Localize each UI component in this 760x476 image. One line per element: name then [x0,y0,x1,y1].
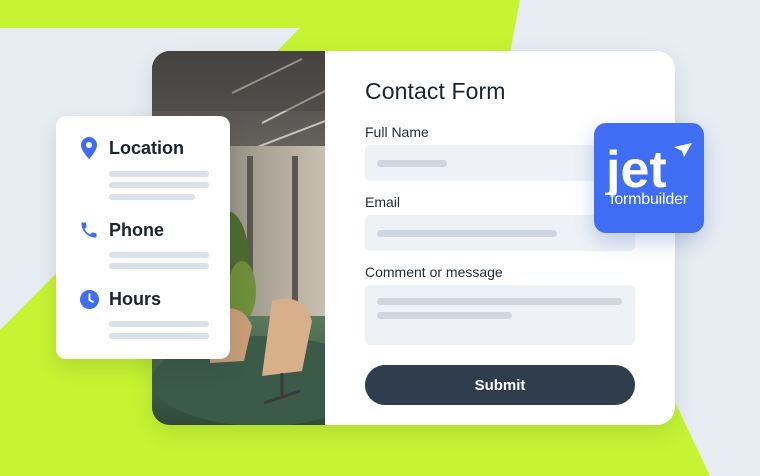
placeholder-line [377,160,447,167]
full-name-label: Full Name [365,124,429,140]
placeholder-line [109,321,209,327]
placeholder-line [377,298,622,305]
placeholder-line [109,333,209,339]
location-pin-icon [78,137,100,159]
info-item-phone: Phone [78,219,164,241]
info-item-hours: Hours [78,288,161,310]
placeholder-line [377,312,512,319]
placeholder-line [109,252,209,258]
info-label-phone: Phone [109,219,165,240]
submit-button[interactable]: Submit [365,365,635,405]
clock-icon [78,288,100,310]
contact-info-card: Location Phone Hours [56,116,230,359]
info-item-location: Location [78,137,184,159]
placeholder-line [109,171,209,177]
phone-icon [78,219,100,241]
contact-form: Contact Form Full Name Email Comment or … [365,51,655,425]
email-label: Email [365,194,401,210]
info-label-hours: Hours [109,288,162,309]
jet-logo-mark: jet [605,141,692,195]
placeholder-line [109,263,209,269]
placeholder-line [377,230,557,237]
placeholder-line [109,194,195,200]
comment-label: Comment or message [365,264,503,280]
jetformbuilder-logo: jet formbuilder [594,123,704,233]
logo-subtitle: formbuilder [610,191,688,208]
comment-textarea[interactable] [365,285,635,345]
form-title: Contact Form [365,78,506,104]
contact-form-card: Contact Form Full Name Email Comment or … [152,51,675,425]
svg-text:jet: jet [605,141,667,195]
info-label-location: Location [109,137,184,158]
placeholder-line [109,182,209,188]
